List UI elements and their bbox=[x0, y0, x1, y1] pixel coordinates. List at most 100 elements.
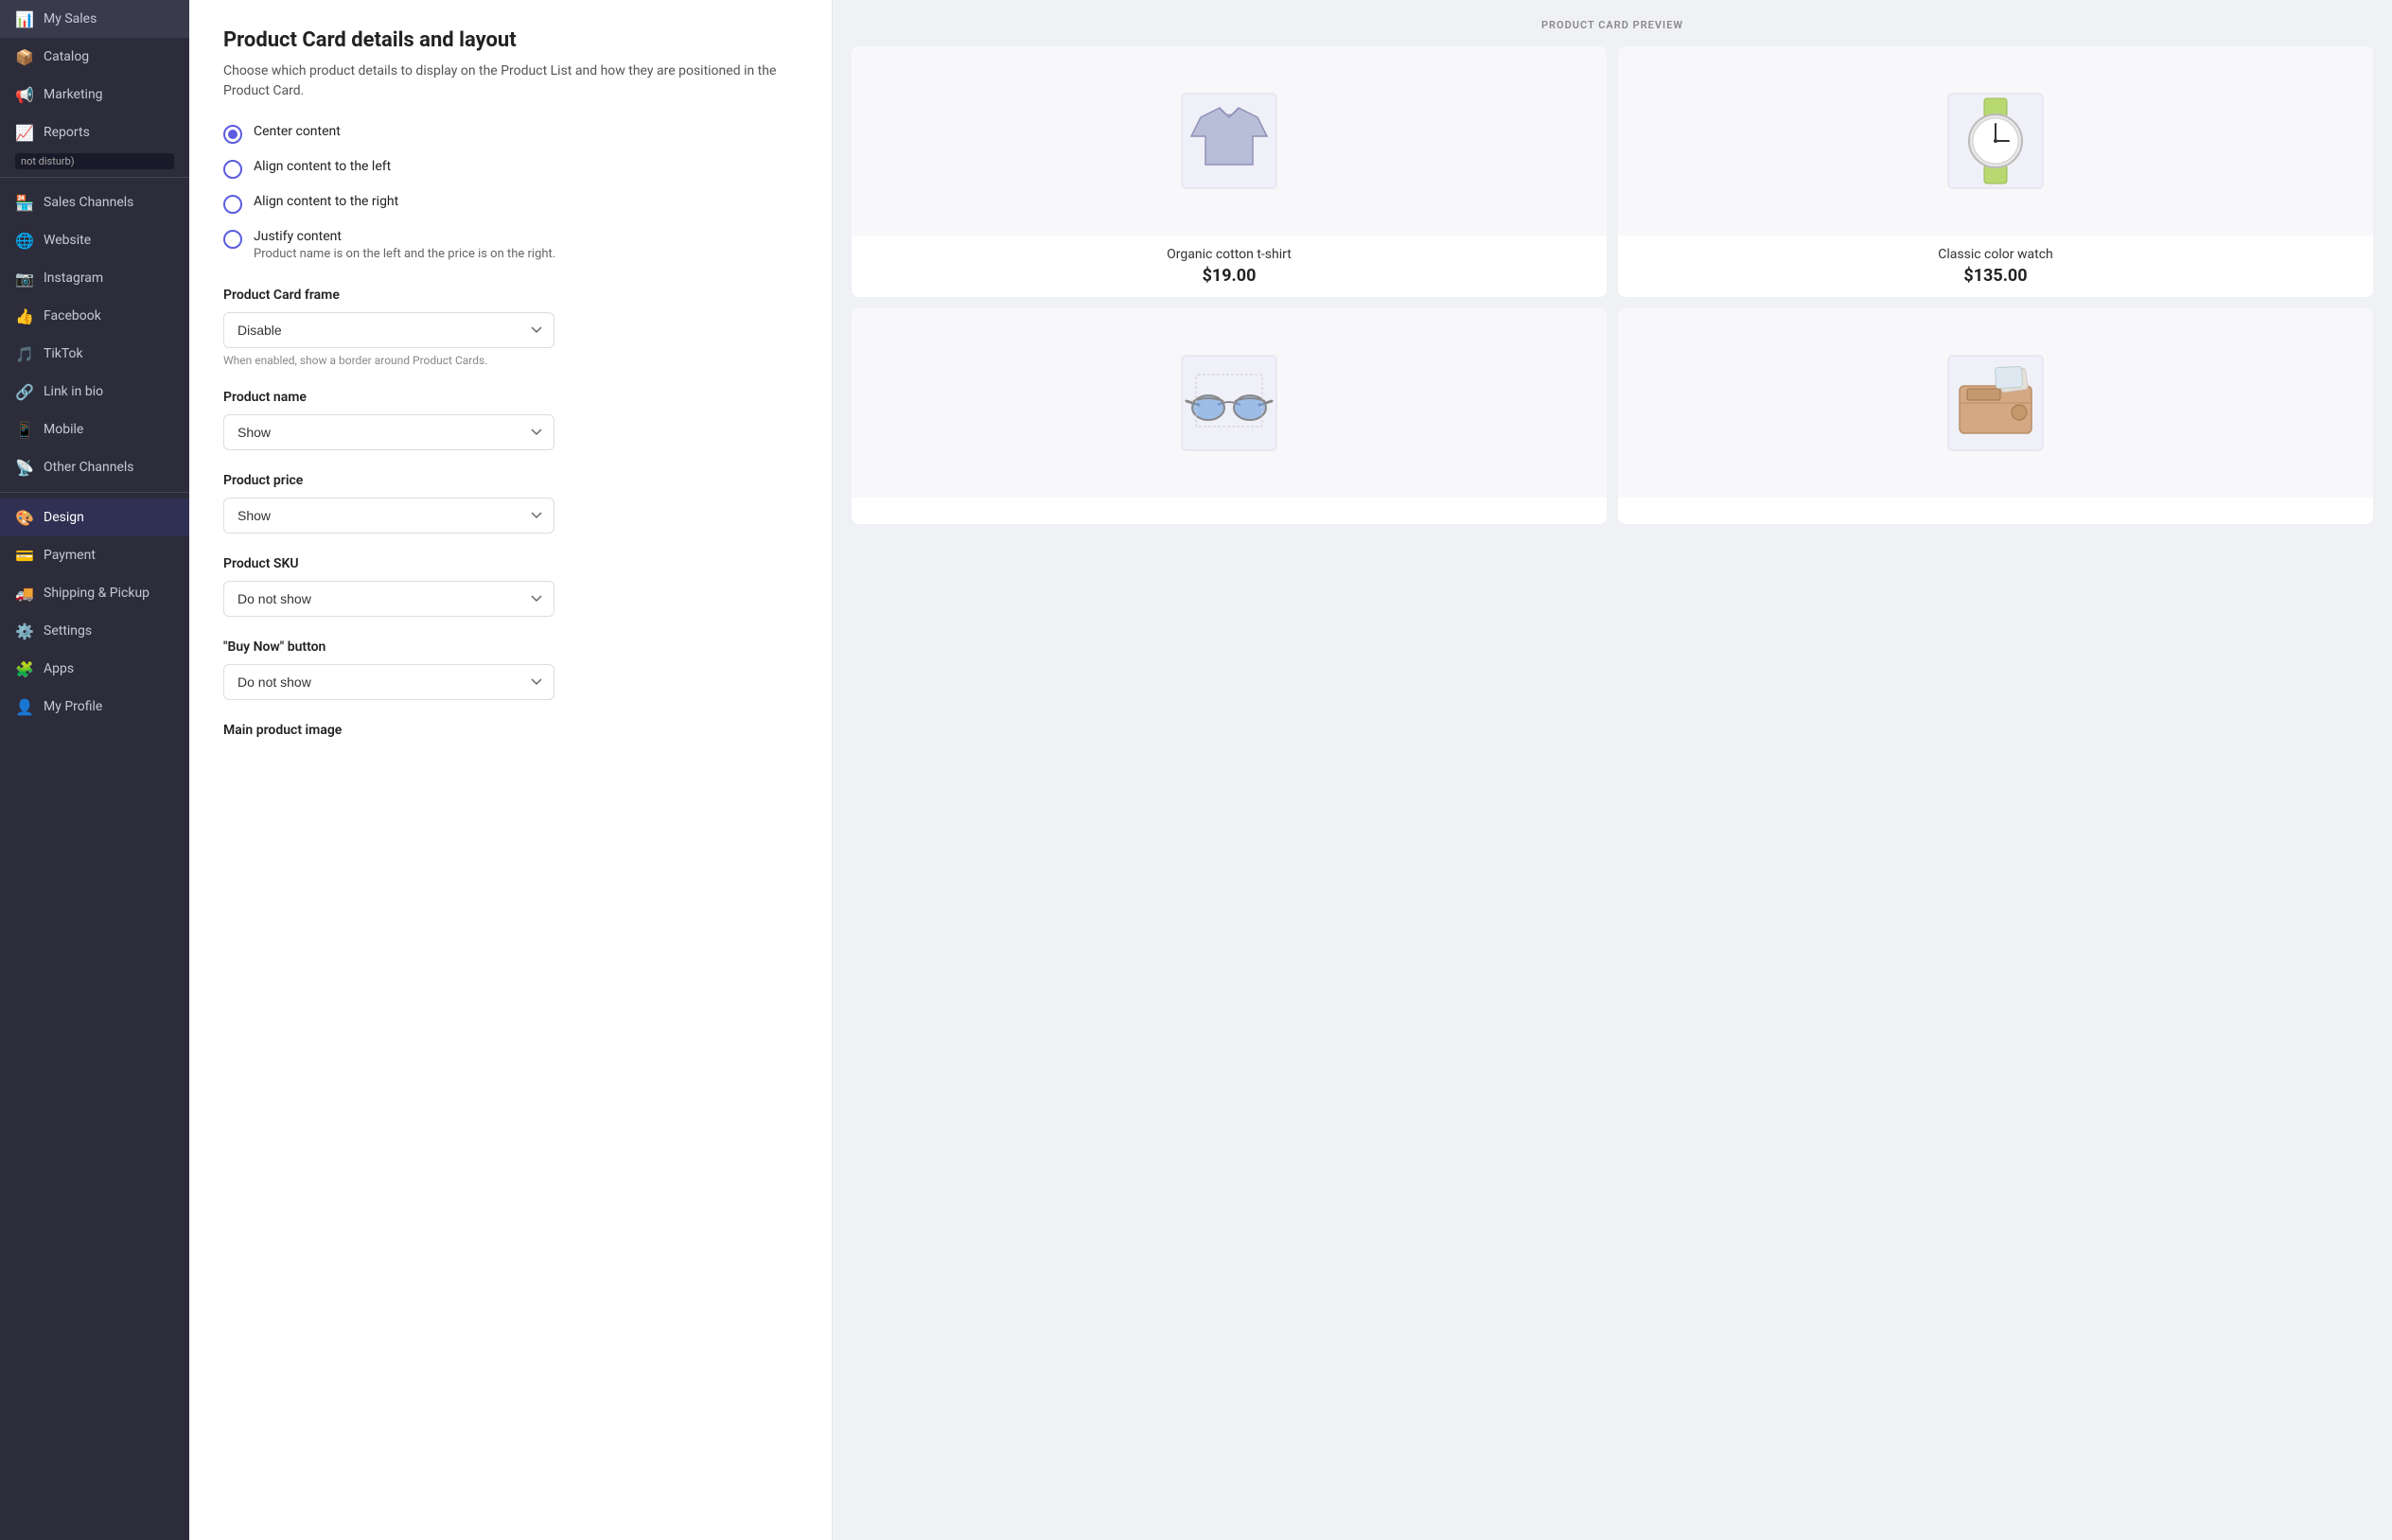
sidebar-item-catalog[interactable]: 📦 Catalog bbox=[0, 38, 189, 76]
sunglasses-svg bbox=[1172, 346, 1286, 460]
preview-card-image-watch bbox=[1618, 46, 2373, 236]
preview-card-image-wallet bbox=[1618, 308, 2373, 498]
wallet-svg bbox=[1939, 346, 2052, 460]
sidebar-label-my-sales: My Sales bbox=[44, 11, 97, 26]
radio-align-left[interactable]: Align content to the left bbox=[223, 159, 798, 179]
alignment-radio-group: Center content Align content to the left… bbox=[223, 124, 798, 261]
sidebar-item-mobile[interactable]: 📱 Mobile bbox=[0, 411, 189, 448]
sidebar-item-website[interactable]: 🌐 Website bbox=[0, 221, 189, 259]
select-card-frame[interactable]: Disable Enable bbox=[223, 312, 554, 348]
radio-circle-left bbox=[223, 160, 242, 179]
sidebar-item-shipping-pickup[interactable]: 🚚 Shipping & Pickup bbox=[0, 574, 189, 612]
facebook-icon: 👍 bbox=[15, 306, 34, 325]
sidebar-label-other-channels: Other Channels bbox=[44, 460, 134, 475]
preview-card-tshirt: Organic cotton t-shirt $19.00 bbox=[852, 46, 1607, 297]
sidebar-label-catalog: Catalog bbox=[44, 49, 89, 64]
radio-align-right[interactable]: Align content to the right bbox=[223, 194, 798, 214]
preview-card-info-watch: Classic color watch $135.00 bbox=[1618, 236, 2373, 297]
radio-circle-center bbox=[223, 125, 242, 144]
section-buy-now: "Buy Now" button Show Do not show bbox=[223, 639, 798, 700]
marketing-icon: 📢 bbox=[15, 85, 34, 104]
page-title: Product Card details and layout bbox=[223, 28, 798, 52]
watch-svg bbox=[1939, 84, 2052, 198]
preview-card-image-tshirt bbox=[852, 46, 1607, 236]
preview-card-info-sunglasses bbox=[852, 498, 1607, 524]
website-icon: 🌐 bbox=[15, 231, 34, 250]
sidebar-label-instagram: Instagram bbox=[44, 271, 103, 286]
apps-icon: 🧩 bbox=[15, 659, 34, 678]
sidebar-item-facebook[interactable]: 👍 Facebook bbox=[0, 297, 189, 335]
radio-label-justify: Justify content bbox=[254, 229, 555, 244]
sidebar-label-reports: Reports bbox=[44, 125, 90, 140]
sidebar-item-apps[interactable]: 🧩 Apps bbox=[0, 650, 189, 688]
tiktok-icon: 🎵 bbox=[15, 344, 34, 363]
catalog-icon: 📦 bbox=[15, 47, 34, 66]
link-in-bio-icon: 🔗 bbox=[15, 382, 34, 401]
sidebar-item-tiktok[interactable]: 🎵 TikTok bbox=[0, 335, 189, 373]
sidebar-item-design[interactable]: 🎨 Design bbox=[0, 499, 189, 536]
section-main-image: Main product image bbox=[223, 723, 798, 738]
section-product-name: Product name Show Do not show bbox=[223, 390, 798, 450]
main-content: Product Card details and layout Choose w… bbox=[189, 0, 2392, 1540]
select-product-name[interactable]: Show Do not show bbox=[223, 414, 554, 450]
radio-center-content[interactable]: Center content bbox=[223, 124, 798, 144]
preview-card-wallet bbox=[1618, 308, 2373, 524]
reports-icon: 📈 bbox=[15, 123, 34, 142]
radio-subtext-justify: Product name is on the left and the pric… bbox=[254, 247, 555, 261]
tshirt-svg bbox=[1172, 84, 1286, 198]
sidebar-label-settings: Settings bbox=[44, 623, 92, 639]
divider-1 bbox=[0, 177, 189, 178]
select-buy-now[interactable]: Show Do not show bbox=[223, 664, 554, 700]
sidebar-label-sales-channels: Sales Channels bbox=[44, 195, 133, 210]
sidebar-item-link-in-bio[interactable]: 🔗 Link in bio bbox=[0, 373, 189, 411]
radio-label-center: Center content bbox=[254, 124, 341, 139]
sidebar-item-payment[interactable]: 💳 Payment bbox=[0, 536, 189, 574]
preview-card-name-tshirt: Organic cotton t-shirt bbox=[863, 247, 1595, 262]
sidebar-label-design: Design bbox=[44, 510, 84, 525]
sidebar-item-reports[interactable]: 📈 Reports bbox=[0, 114, 189, 151]
mobile-icon: 📱 bbox=[15, 420, 34, 439]
radio-circle-right bbox=[223, 195, 242, 214]
preview-card-price-watch: $135.00 bbox=[1629, 266, 2362, 286]
shipping-icon: 🚚 bbox=[15, 584, 34, 603]
sidebar-item-marketing[interactable]: 📢 Marketing bbox=[0, 76, 189, 114]
label-product-name: Product name bbox=[223, 390, 798, 405]
section-card-frame: Product Card frame Disable Enable When e… bbox=[223, 288, 798, 367]
sidebar-item-settings[interactable]: ⚙️ Settings bbox=[0, 612, 189, 650]
sidebar-label-facebook: Facebook bbox=[44, 308, 101, 324]
select-product-price[interactable]: Show Do not show bbox=[223, 498, 554, 534]
label-card-frame: Product Card frame bbox=[223, 288, 798, 303]
preview-panel-title: PRODUCT CARD PREVIEW bbox=[852, 19, 2373, 31]
payment-icon: 💳 bbox=[15, 546, 34, 565]
preview-card-sunglasses bbox=[852, 308, 1607, 524]
preview-card-image-sunglasses bbox=[852, 308, 1607, 498]
divider-2 bbox=[0, 492, 189, 493]
my-sales-icon: 📊 bbox=[15, 9, 34, 28]
sidebar-item-instagram[interactable]: 📷 Instagram bbox=[0, 259, 189, 297]
sidebar-label-shipping: Shipping & Pickup bbox=[44, 586, 150, 601]
sidebar-label-apps: Apps bbox=[44, 661, 74, 676]
sidebar: 📊 My Sales 📦 Catalog 📢 Marketing 📈 Repor… bbox=[0, 0, 189, 1540]
sidebar-item-my-sales[interactable]: 📊 My Sales bbox=[0, 0, 189, 38]
sidebar-label-website: Website bbox=[44, 233, 91, 248]
sidebar-item-sales-channels[interactable]: 🏪 Sales Channels bbox=[0, 184, 189, 221]
sidebar-item-my-profile[interactable]: 👤 My Profile bbox=[0, 688, 189, 726]
section-product-price: Product price Show Do not show bbox=[223, 473, 798, 534]
select-product-sku[interactable]: Show Do not show bbox=[223, 581, 554, 617]
sidebar-item-other-channels[interactable]: 📡 Other Channels bbox=[0, 448, 189, 486]
preview-card-watch: Classic color watch $135.00 bbox=[1618, 46, 2373, 297]
radio-justify-content[interactable]: Justify content Product name is on the l… bbox=[223, 229, 798, 261]
label-buy-now: "Buy Now" button bbox=[223, 639, 798, 655]
label-product-sku: Product SKU bbox=[223, 556, 798, 571]
page-description: Choose which product details to display … bbox=[223, 61, 798, 101]
preview-card-name-watch: Classic color watch bbox=[1629, 247, 2362, 262]
not-disturb-tooltip: not disturb) bbox=[15, 153, 174, 169]
preview-card-price-tshirt: $19.00 bbox=[863, 266, 1595, 286]
sidebar-label-link-in-bio: Link in bio bbox=[44, 384, 103, 399]
sales-channels-icon: 🏪 bbox=[15, 193, 34, 212]
preview-card-info-wallet bbox=[1618, 498, 2373, 524]
sidebar-label-tiktok: TikTok bbox=[44, 346, 83, 361]
design-icon: 🎨 bbox=[15, 508, 34, 527]
sidebar-label-marketing: Marketing bbox=[44, 87, 103, 102]
settings-icon: ⚙️ bbox=[15, 621, 34, 640]
